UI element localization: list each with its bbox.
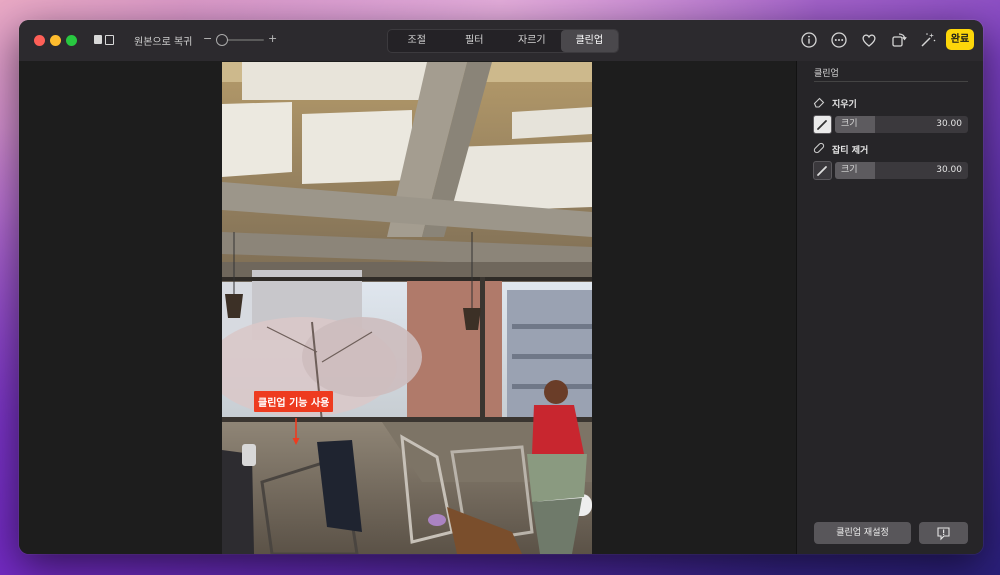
edited-photo[interactable]: [222, 62, 592, 554]
toolbar: 원본으로 복귀 − + 조절 필터 자르기 클린업 완료: [19, 20, 983, 62]
more-icon[interactable]: [830, 31, 848, 49]
reset-cleanup-button[interactable]: 클린업 재설정: [814, 522, 911, 544]
zoom-out-button[interactable]: −: [203, 32, 212, 45]
erase-size-value: 30.00: [936, 119, 962, 129]
cleanup-sidebar: 클린업 지우기 크기 30.00 잡티 제거 크기 30.00 클린업 재설정: [796, 61, 983, 554]
retouch-size-label: 크기: [841, 165, 858, 175]
zoom-slider-knob[interactable]: [216, 34, 228, 46]
edit-mode-tabs: 조절 필터 자르기 클린업: [387, 29, 619, 53]
erase-size-slider[interactable]: 크기 30.00: [835, 116, 968, 133]
erase-tool-label[interactable]: 지우기: [832, 97, 857, 110]
tab-filters[interactable]: 필터: [446, 30, 504, 52]
annotation-arrow-icon: [292, 418, 300, 445]
feedback-button[interactable]: [919, 522, 968, 544]
tab-adjust[interactable]: 조절: [388, 30, 446, 52]
fullscreen-window-button[interactable]: [66, 35, 77, 46]
erase-size-label: 크기: [841, 119, 858, 129]
sidebar-divider: [814, 81, 968, 82]
retouch-brush-button[interactable]: [813, 161, 832, 180]
minimize-window-button[interactable]: [50, 35, 61, 46]
rotate-icon[interactable]: [890, 31, 908, 49]
compare-original-icon[interactable]: [94, 34, 114, 46]
feedback-icon: [937, 527, 950, 541]
sidebar-title: 클린업: [814, 69, 839, 79]
tab-crop[interactable]: 자르기: [503, 30, 561, 52]
retouch-size-slider[interactable]: 크기 30.00: [835, 162, 968, 179]
info-icon[interactable]: [800, 31, 818, 49]
eraser-icon: [813, 97, 825, 108]
done-button[interactable]: 완료: [946, 29, 974, 50]
retouch-tool-label[interactable]: 잡티 제거: [832, 143, 868, 156]
erase-brush-button[interactable]: [813, 115, 832, 134]
heart-icon[interactable]: [860, 31, 878, 49]
brush-icon: [817, 120, 827, 130]
tab-cleanup[interactable]: 클린업: [560, 30, 618, 52]
close-window-button[interactable]: [34, 35, 45, 46]
bandage-icon: [813, 142, 825, 154]
zoom-in-button[interactable]: +: [268, 32, 277, 45]
revert-to-original-button[interactable]: 원본으로 복귀: [134, 33, 192, 48]
brush-icon: [817, 166, 827, 176]
magic-wand-icon[interactable]: [919, 31, 937, 49]
retouch-size-value: 30.00: [936, 165, 962, 175]
photos-edit-window: 원본으로 복귀 − + 조절 필터 자르기 클린업 완료 클린업 기능 사용 클…: [19, 20, 983, 554]
cleanup-annotation-label: 클린업 기능 사용: [254, 391, 334, 412]
